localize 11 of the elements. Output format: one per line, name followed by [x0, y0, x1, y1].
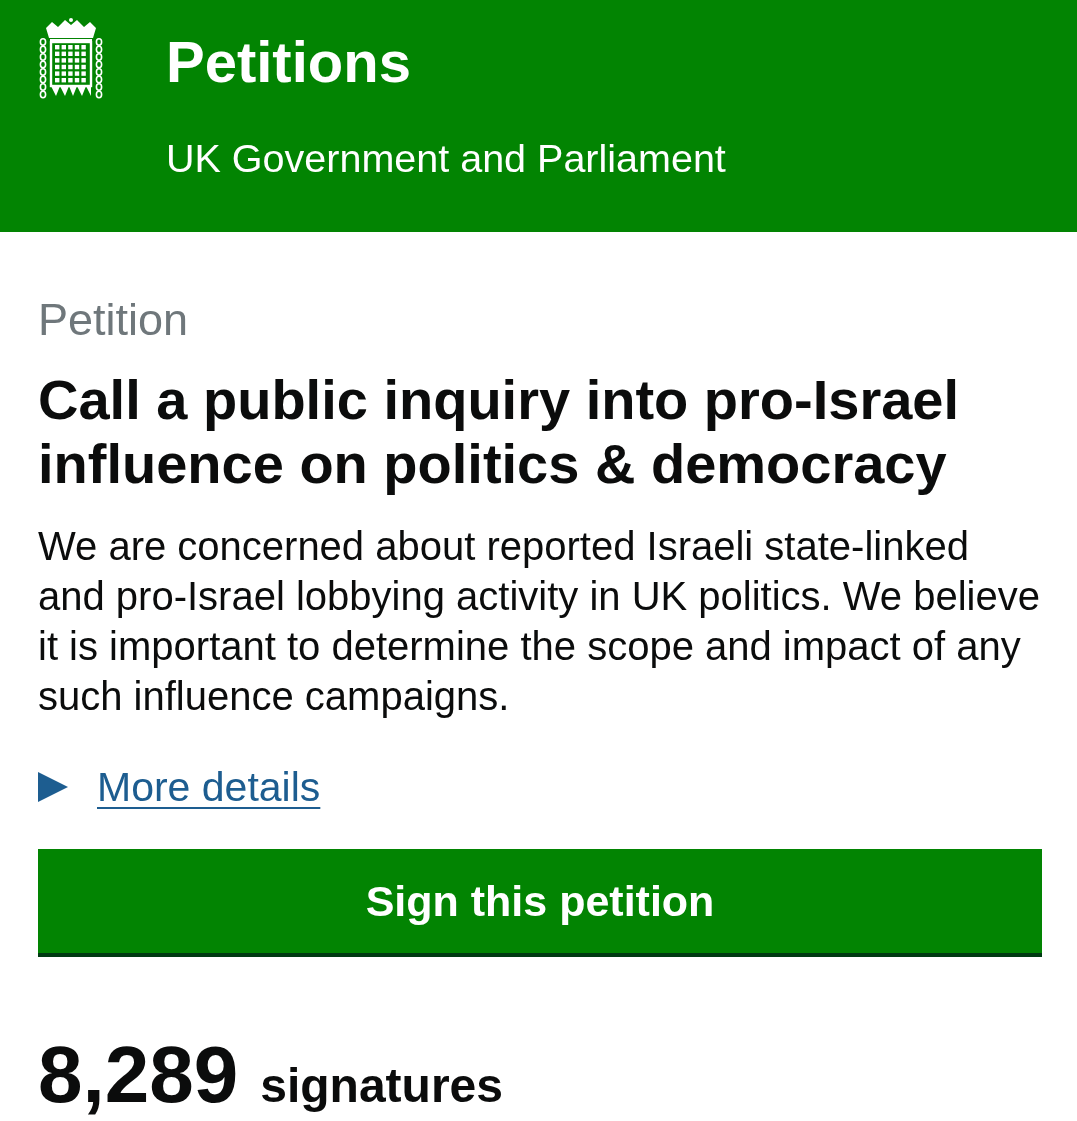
site-subtitle: UK Government and Parliament — [166, 136, 726, 180]
more-details-link[interactable]: More details — [97, 763, 321, 811]
disclosure-triangle-icon[interactable] — [38, 772, 68, 802]
petition-title: Call a public inquiry into pro-Israel influence on politics & democracy — [38, 368, 961, 496]
site-title: Petitions — [166, 28, 411, 96]
petition-summary: We are concerned about reported Israeli state-linked and pro-Israel lobbying activity in UK politics. We believe it is important to determine the scope and impact of any such influence campaigns. — [38, 523, 1041, 720]
sign-petition-button[interactable]: Sign this petition — [38, 849, 1042, 957]
portcullis-logo-icon — [38, 18, 104, 100]
signatures-label: signatures — [260, 1058, 503, 1114]
signature-count: 8,289 — [38, 1029, 239, 1120]
petition-caption: Petition — [38, 296, 189, 344]
